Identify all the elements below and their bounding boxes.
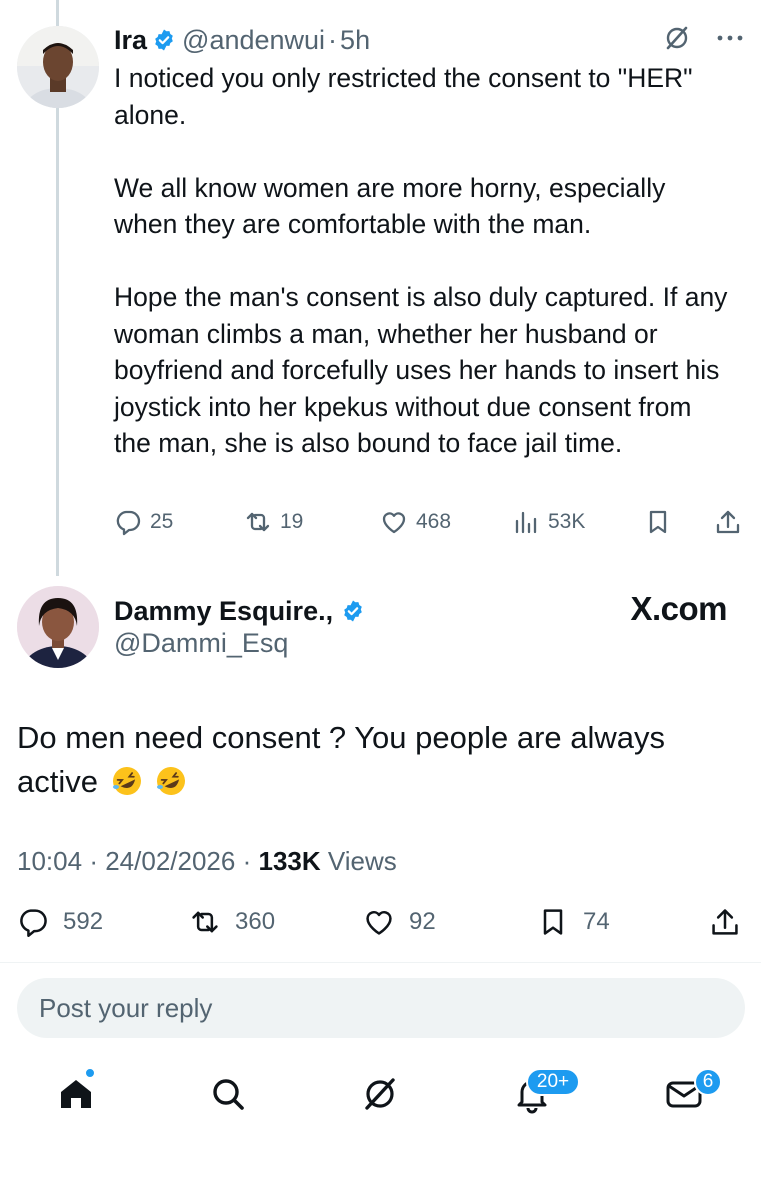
share-button[interactable] — [714, 508, 742, 536]
home-unread-dot — [84, 1067, 96, 1079]
heart-icon — [366, 910, 392, 935]
repost-count: 360 — [235, 908, 276, 935]
author-handle[interactable]: @Dammi_Esq — [114, 628, 288, 659]
bookmark-count: 74 — [583, 908, 610, 935]
author-name[interactable]: Dammy Esquire., — [114, 596, 333, 627]
separator-dot: · — [242, 846, 252, 876]
bottom-navigation — [0, 1058, 761, 1138]
reply-header: Ira @andenwui · 5h — [114, 22, 370, 58]
bookmark-button[interactable] — [644, 508, 672, 536]
reply-text: I noticed you only restricted the consen… — [114, 63, 728, 458]
main-post-header: Dammy Esquire., — [114, 592, 371, 630]
repost-count: 19 — [280, 510, 304, 533]
views-button[interactable]: 53K — [512, 508, 585, 536]
nav-home[interactable] — [56, 1074, 96, 1114]
grok-icon[interactable] — [663, 24, 691, 52]
notifications-badge: 20+ — [526, 1068, 580, 1096]
share-button[interactable] — [709, 906, 741, 938]
bookmark-icon — [649, 510, 667, 534]
divider — [0, 962, 761, 963]
repost-icon — [246, 512, 270, 532]
reply-icon — [116, 510, 141, 536]
avatar[interactable] — [17, 26, 99, 108]
bookmark-button[interactable]: 74 — [537, 906, 610, 938]
reply-input[interactable]: Post your reply — [17, 978, 745, 1038]
post-meta: 10:04 · 24/02/2026 · 133K Views — [17, 846, 397, 877]
rolling-laughing-emoji-icon — [157, 767, 186, 795]
avatar[interactable] — [17, 586, 99, 668]
repost-button[interactable]: 360 — [189, 906, 275, 938]
search-icon — [213, 1079, 244, 1110]
share-icon — [716, 510, 740, 534]
share-icon — [712, 909, 738, 935]
avatar-image — [17, 586, 99, 668]
post-date[interactable]: 24/02/2026 — [105, 846, 235, 876]
main-post-text: Do men need consent ? You people are alw… — [17, 716, 737, 804]
like-button[interactable]: 92 — [363, 906, 436, 938]
messages-badge: 6 — [694, 1068, 722, 1096]
views-count: 133K — [258, 846, 321, 876]
like-count: 92 — [409, 908, 436, 935]
views-count: 53K — [548, 510, 586, 533]
reply-icon — [20, 909, 47, 937]
analytics-icon — [515, 511, 537, 534]
repost-button[interactable]: 19 — [244, 508, 303, 536]
verified-badge-icon — [344, 600, 362, 622]
separator-dot: · — [328, 24, 338, 55]
like-count: 468 — [416, 510, 452, 533]
views-label: Views — [327, 846, 397, 876]
post-time[interactable]: 5h — [340, 25, 370, 56]
watermark: X.com — [630, 590, 727, 627]
reply-top-icons — [663, 24, 743, 52]
post-time[interactable]: 10:04 — [17, 846, 82, 876]
reply-count: 592 — [63, 908, 104, 935]
rolling-laughing-emoji-icon — [112, 767, 141, 795]
like-button[interactable]: 468 — [380, 508, 451, 536]
nav-grok[interactable] — [360, 1074, 400, 1114]
reply-button[interactable]: 592 — [17, 906, 103, 938]
verified-badge-icon — [155, 29, 173, 51]
avatar-image — [17, 26, 99, 108]
reply-actions-bar: 25 19 468 53K — [114, 508, 744, 542]
more-options-icon[interactable] — [717, 34, 743, 42]
main-post-actions-bar: 592 360 92 74 — [17, 906, 745, 942]
reply-placeholder: Post your reply — [39, 992, 213, 1023]
author-handle[interactable]: @andenwui — [182, 25, 325, 56]
reply-count: 25 — [150, 510, 174, 533]
repost-icon — [192, 911, 218, 933]
grok-icon — [365, 1078, 395, 1110]
separator-dot: · — [89, 846, 98, 876]
home-icon — [61, 1080, 91, 1108]
bookmark-icon — [543, 909, 563, 935]
author-name[interactable]: Ira — [114, 25, 147, 56]
nav-search[interactable] — [208, 1074, 248, 1114]
heart-icon — [382, 512, 406, 534]
reply-button[interactable]: 25 — [114, 508, 173, 536]
